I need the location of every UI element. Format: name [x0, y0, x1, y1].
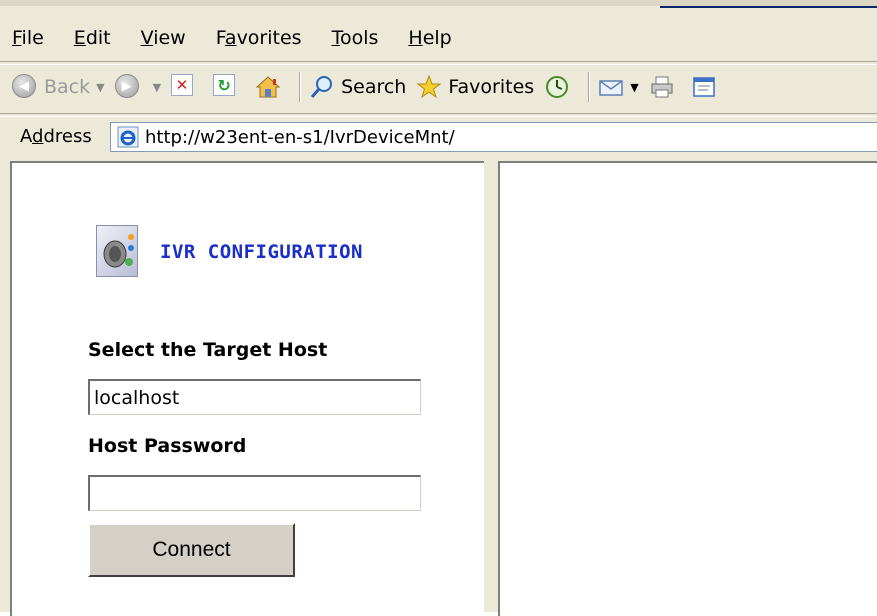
home-button[interactable]	[255, 74, 287, 100]
menu-favorites[interactable]: Favorites	[212, 25, 306, 51]
target-host-label: Select the Target Host	[88, 339, 328, 361]
menu-file[interactable]: File	[8, 25, 48, 51]
menu-edit-key: E	[73, 27, 86, 49]
address-url: http://w23ent-en-s1/IvrDeviceMnt/	[145, 126, 455, 148]
ie-page-icon	[117, 126, 139, 148]
menu-help-key: H	[408, 27, 423, 49]
ivr-speaker-icon	[96, 225, 138, 277]
stop-icon: ✕	[171, 74, 197, 100]
search-button[interactable]: Search	[309, 74, 406, 100]
menu-favorites-key: a	[224, 27, 237, 49]
forward-button[interactable]: ▶ ▼	[114, 74, 161, 100]
frameset: IVR CONFIGURATION Select the Target Host…	[0, 157, 877, 616]
search-icon	[309, 74, 335, 100]
search-label: Search	[341, 76, 407, 98]
menu-help-rest: elp	[422, 27, 452, 49]
address-label: Address	[20, 126, 92, 147]
history-button[interactable]	[544, 74, 576, 100]
home-icon	[255, 74, 281, 100]
back-button[interactable]: ◀ Back ▼	[12, 74, 105, 100]
app-title: IVR CONFIGURATION	[160, 241, 363, 263]
menu-tools[interactable]: Tools	[328, 25, 383, 51]
menu-edit-rest: dit	[85, 27, 111, 49]
menu-view[interactable]: View	[137, 25, 190, 51]
mail-button[interactable]: ▼	[598, 74, 639, 100]
menu-tools-key: T	[331, 27, 340, 49]
toolbar-separator	[299, 72, 302, 102]
favorites-label: Favorites	[448, 76, 535, 98]
refresh-button[interactable]: ↻	[213, 74, 245, 100]
favorites-button[interactable]: Favorites	[416, 74, 534, 100]
print-button[interactable]	[649, 74, 681, 100]
menu-separator	[0, 61, 877, 65]
host-password-input[interactable]	[88, 475, 421, 511]
menu-view-rest: iew	[153, 27, 186, 49]
refresh-icon: ↻	[213, 74, 239, 100]
toolbar-separator-2	[588, 72, 591, 102]
address-bar: Address http://w23ent-en-s1/IvrDeviceMnt…	[0, 116, 877, 156]
menu-tools-rest: ools	[339, 27, 379, 49]
printer-icon	[649, 74, 675, 100]
menu-help[interactable]: Help	[404, 25, 455, 51]
edit-button[interactable]	[691, 74, 723, 100]
menu-favorites-rest: vorites	[236, 27, 302, 49]
forward-arrow-icon: ▶	[114, 74, 141, 100]
star-icon	[416, 74, 442, 100]
menu-favorites-pre: F	[215, 27, 225, 49]
history-icon	[544, 74, 570, 100]
frame-splitter[interactable]	[484, 157, 498, 612]
mail-icon	[598, 74, 624, 100]
menu-file-key: F	[12, 27, 22, 49]
right-frame	[498, 161, 877, 616]
target-host-input[interactable]	[88, 379, 421, 415]
back-arrow-icon: ◀	[12, 74, 38, 100]
menu-edit[interactable]: Edit	[70, 25, 115, 51]
left-frame: IVR CONFIGURATION Select the Target Host…	[10, 161, 484, 616]
standard-toolbar: ◀ Back ▼ ▶ ▼ ✕ ↻ Search Favorites ▼	[12, 67, 733, 107]
address-label-key: d	[32, 126, 44, 147]
stop-button[interactable]: ✕	[171, 74, 203, 100]
window-top-edge	[0, 0, 877, 12]
menu-bar: File Edit View Favorites Tools Help	[8, 18, 478, 58]
back-label: Back	[44, 76, 91, 98]
address-label-pre: A	[20, 126, 32, 147]
edit-page-icon	[691, 74, 717, 100]
address-input[interactable]: http://w23ent-en-s1/IvrDeviceMnt/	[110, 122, 877, 152]
menu-view-key: V	[140, 27, 154, 49]
menu-file-rest: ile	[21, 27, 44, 49]
address-label-rest: dress	[43, 126, 92, 147]
connect-button[interactable]: Connect	[88, 523, 295, 577]
mail-dropdown-icon[interactable]: ▼	[630, 81, 638, 94]
forward-dropdown-icon[interactable]: ▼	[153, 81, 161, 94]
host-password-label: Host Password	[88, 435, 247, 457]
back-dropdown-icon[interactable]: ▼	[96, 81, 104, 94]
browser-chrome: File Edit View Favorites Tools Help ◀ Ba…	[0, 0, 877, 157]
